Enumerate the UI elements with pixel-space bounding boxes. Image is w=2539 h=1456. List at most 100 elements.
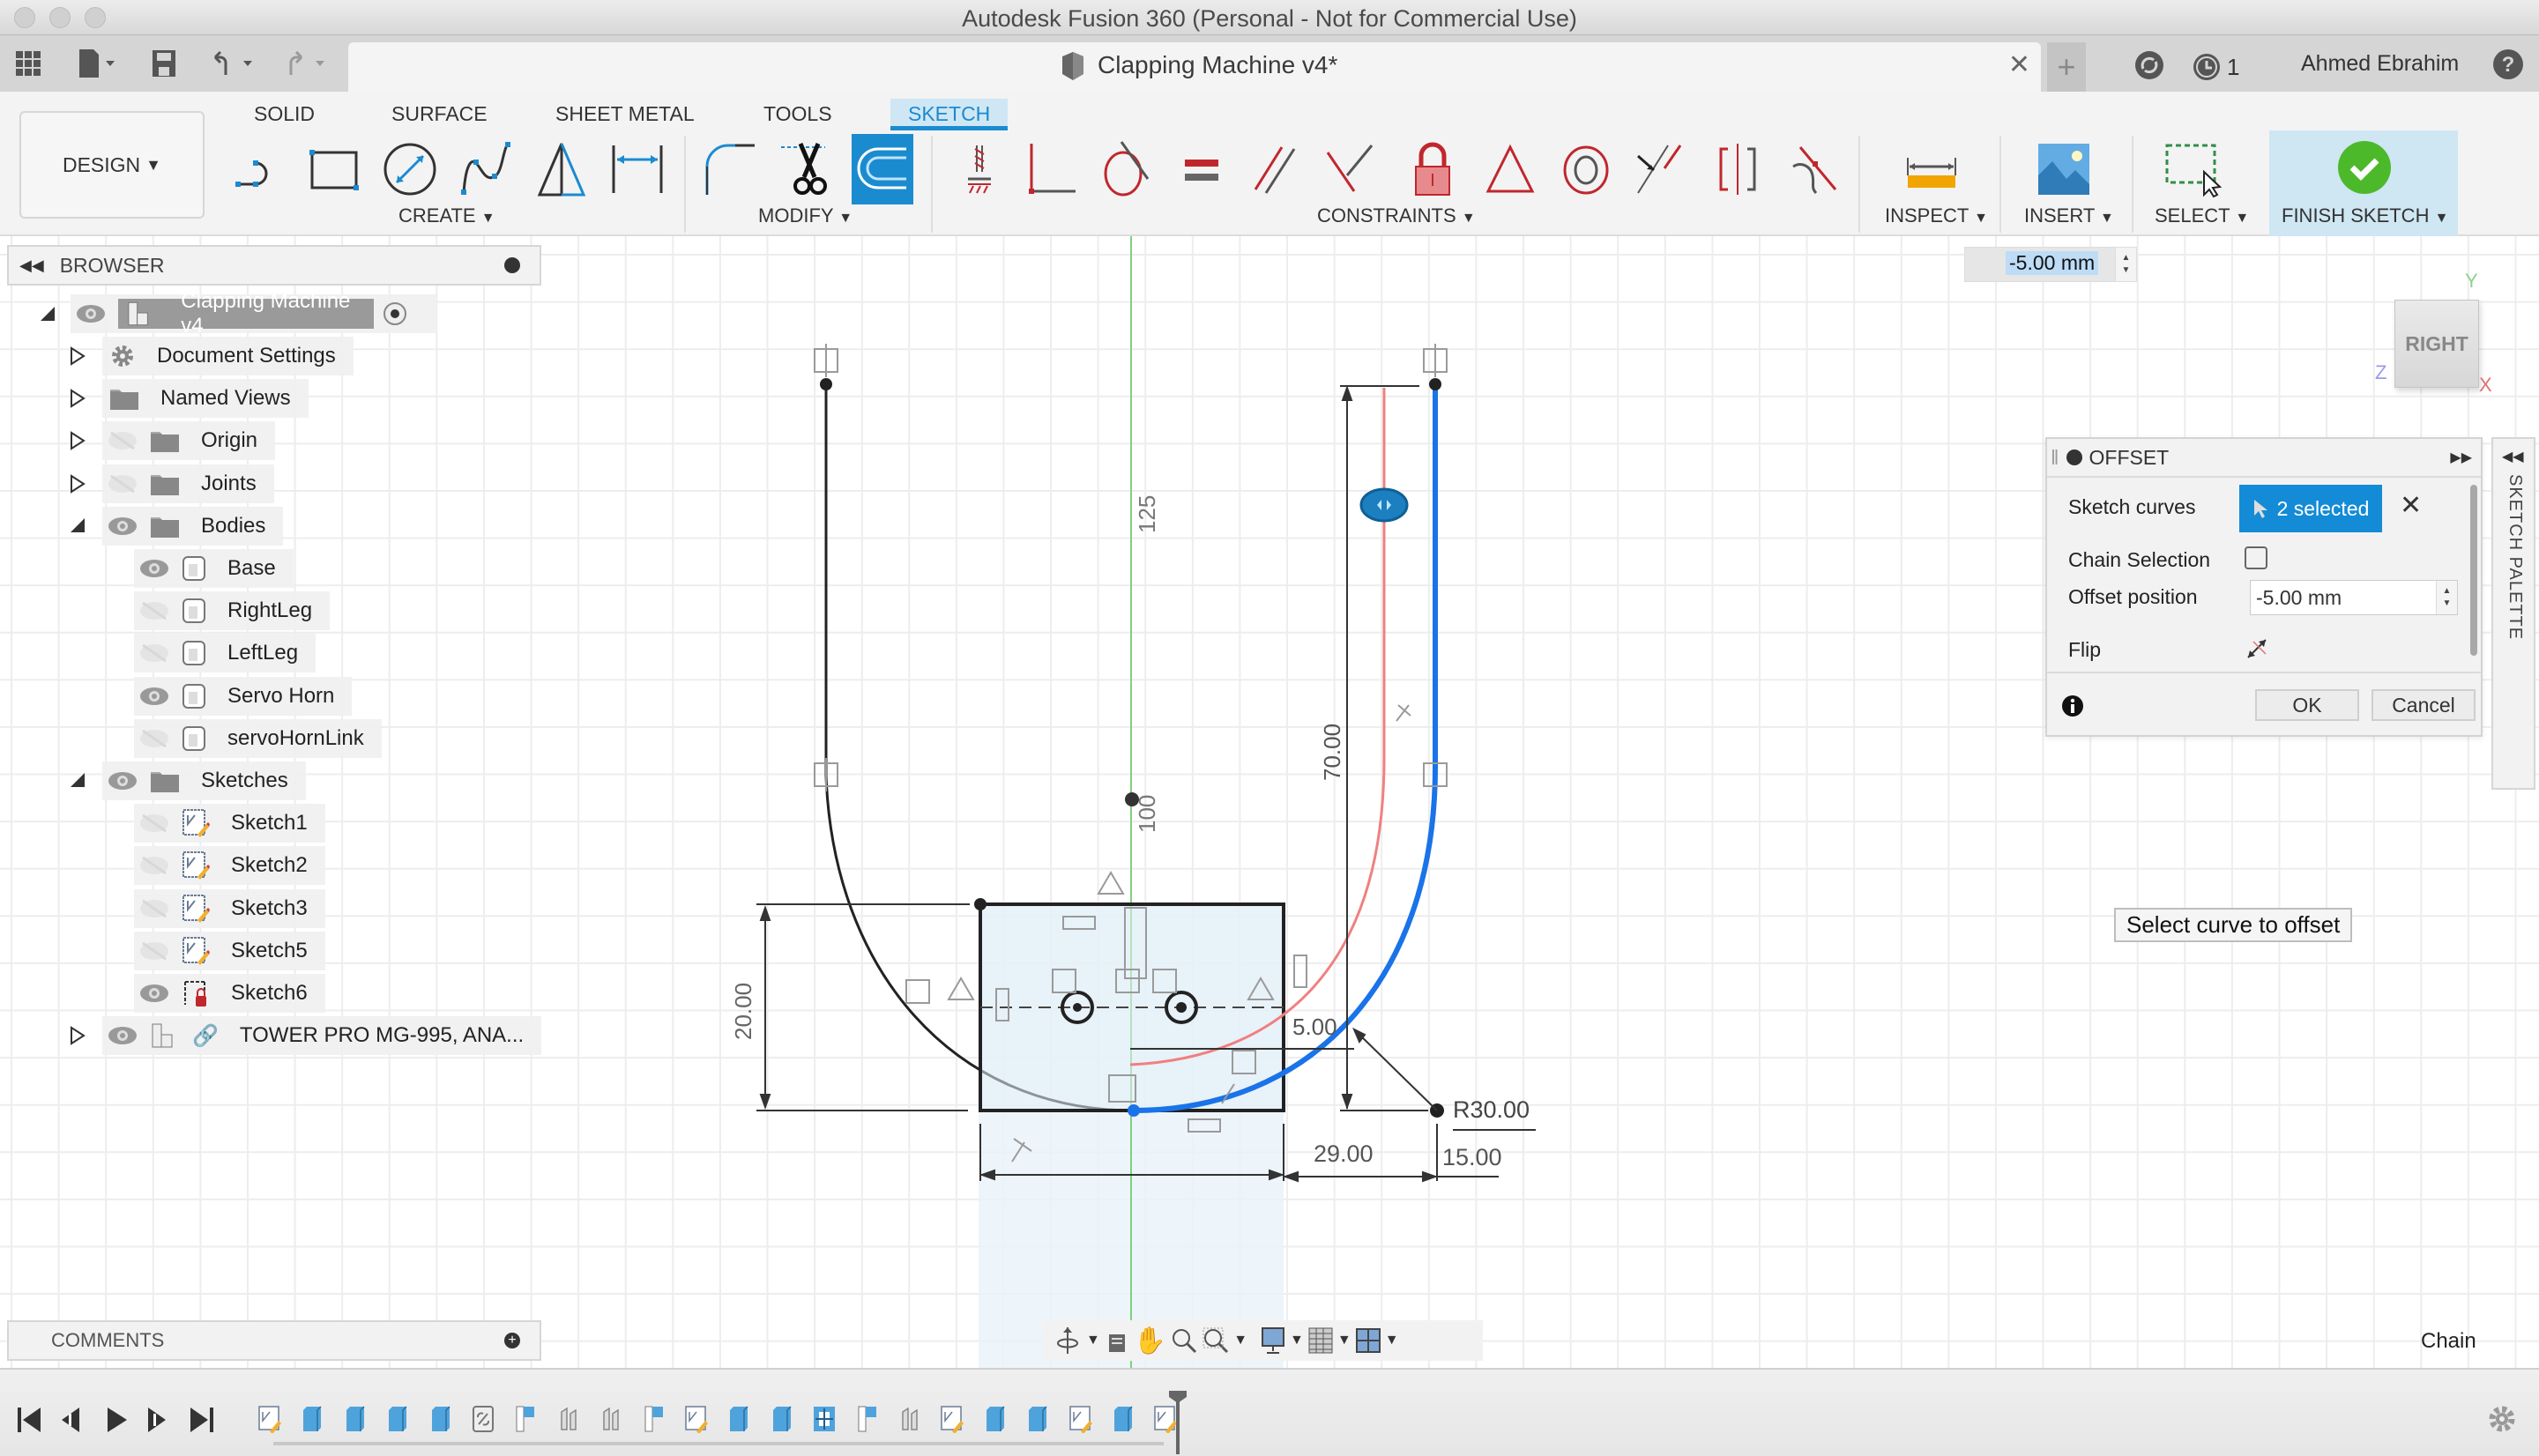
drag-handle[interactable]: ‖ — [2051, 446, 2059, 470]
chevron-down-icon[interactable]: ▼ — [1385, 1333, 1399, 1348]
browser-item-joints[interactable]: Joints — [102, 464, 274, 503]
timeline-settings-gear-icon[interactable] — [2486, 1403, 2518, 1435]
window-select-button[interactable] — [2162, 134, 2223, 204]
eye-icon[interactable] — [139, 687, 169, 706]
browser-item-sketches[interactable]: Sketches — [102, 761, 306, 800]
eye-hidden-icon[interactable] — [139, 899, 169, 918]
sketch-point[interactable] — [1429, 378, 1441, 390]
timeline-feature-extrude-icon[interactable] — [770, 1405, 794, 1433]
dimension-5[interactable]: 5.00 — [1292, 1014, 1337, 1041]
timeline-feature-sketch-icon[interactable] — [940, 1405, 964, 1434]
browser-item-base[interactable]: Base — [134, 549, 294, 588]
pan-icon[interactable]: ✋ — [1134, 1326, 1166, 1356]
tab-surface[interactable]: SURFACE — [374, 99, 505, 130]
concentric-constraint-button[interactable] — [1555, 134, 1617, 204]
parallel-constraint-button[interactable] — [1245, 134, 1307, 204]
minimize-panel-icon[interactable] — [504, 257, 520, 273]
measure-tool-button[interactable] — [1901, 134, 1962, 204]
tab-solid[interactable]: SOLID — [236, 99, 332, 130]
eye-icon[interactable] — [108, 1026, 138, 1045]
timeline-feature-pattern-icon[interactable] — [812, 1405, 837, 1433]
eye-hidden-icon[interactable] — [139, 601, 169, 620]
tab-sketch[interactable]: SKETCH — [890, 99, 1009, 130]
dimension-70[interactable]: 70.00 — [1319, 724, 1346, 781]
timeline-feature-joint-anim-icon[interactable] — [556, 1405, 581, 1433]
grid-settings-icon[interactable] — [1307, 1326, 1334, 1355]
timeline-feature-extrude-icon[interactable] — [385, 1405, 410, 1433]
tab-sheet-metal[interactable]: SHEET METAL — [538, 99, 712, 130]
inspect-menu[interactable]: INSPECT ▼ — [1885, 204, 1988, 227]
circle-tool-button[interactable] — [379, 134, 441, 204]
fillet-tool-button[interactable] — [700, 134, 762, 204]
timeline-feature-plane-icon[interactable] — [513, 1405, 538, 1433]
cancel-button[interactable]: Cancel — [2371, 689, 2476, 721]
file-menu-button[interactable] — [71, 48, 123, 79]
spline-tool-button[interactable] — [455, 134, 517, 204]
dimension-tool-button[interactable] — [607, 134, 668, 204]
timeline-feature-extrude-icon[interactable] — [1025, 1405, 1050, 1433]
browser-item-tower-pro-mg-995-ana[interactable]: 🔗 TOWER PRO MG-995, ANA... — [102, 1016, 542, 1056]
go-to-start-icon[interactable] — [18, 1408, 41, 1432]
offset-tool-button[interactable] — [852, 134, 913, 204]
dimension-29[interactable]: 29.00 — [1314, 1140, 1374, 1168]
collapse-triangle-icon[interactable] — [69, 516, 86, 536]
eye-hidden-icon[interactable] — [139, 856, 169, 875]
timeline-feature-extrude-icon[interactable] — [300, 1405, 324, 1433]
symmetry-constraint-button[interactable] — [1707, 134, 1768, 204]
eye-icon[interactable] — [139, 984, 169, 1003]
view-cube[interactable]: RIGHT — [2394, 300, 2479, 388]
offset-position-spinner[interactable]: ▲ ▼ — [2436, 581, 2457, 614]
modify-menu[interactable]: MODIFY ▼ — [758, 204, 853, 227]
expand-triangle-icon[interactable] — [69, 473, 86, 494]
dimension-15[interactable]: 15.00 — [1442, 1144, 1502, 1171]
timeline-marker-handle[interactable] — [1169, 1391, 1187, 1403]
browser-item-sketch5[interactable]: Sketch5 — [134, 931, 325, 970]
close-tab-icon[interactable]: ✕ — [2008, 49, 2030, 80]
dialog-header[interactable]: ‖ OFFSET ▶▶ — [2047, 439, 2481, 478]
offset-distance-value[interactable]: -5.00 mm — [2006, 251, 2099, 275]
sketch-point[interactable] — [974, 898, 987, 910]
collapse-browser-icon[interactable]: ◀◀ — [19, 256, 44, 275]
select-menu[interactable]: SELECT ▼ — [2155, 204, 2249, 227]
sketch-geometry[interactable] — [0, 236, 2539, 1368]
dimension-radius-30[interactable]: R30.00 — [1453, 1096, 1530, 1124]
redo-button[interactable] — [280, 48, 337, 79]
timeline-feature-extrude-icon[interactable] — [983, 1405, 1008, 1433]
browser-item-bodies[interactable]: Bodies — [102, 506, 284, 546]
look-at-icon[interactable] — [1104, 1327, 1130, 1354]
browser-item-servohornlink[interactable]: servoHornLink — [134, 718, 382, 758]
timeline-feature-plane-icon[interactable] — [855, 1405, 880, 1433]
timeline-feature-extrude-icon[interactable] — [428, 1405, 453, 1433]
chevron-down-icon[interactable]: ▼ — [1233, 1333, 1247, 1348]
offset-position-input[interactable]: -5.00 mm ▲ ▼ — [2250, 580, 2458, 615]
chain-selection-checkbox[interactable] — [2245, 546, 2267, 569]
browser-item-sketch3[interactable]: Sketch3 — [134, 888, 325, 928]
job-status-button[interactable]: 1 — [2192, 49, 2239, 85]
offset-distance-input[interactable]: -5.00 mm ▲ ▼ — [1964, 247, 2137, 282]
ok-button[interactable]: OK — [2255, 689, 2359, 721]
fix-constraint-button[interactable] — [949, 134, 1010, 204]
eye-hidden-icon[interactable] — [139, 643, 169, 663]
flip-icon[interactable] — [2245, 636, 2269, 661]
new-tab-button[interactable]: + — [2047, 42, 2086, 92]
distance-spinner[interactable]: ▲ ▼ — [2115, 248, 2136, 281]
eye-hidden-icon[interactable] — [108, 431, 138, 450]
constraints-menu[interactable]: CONSTRAINTS ▼ — [1317, 204, 1476, 227]
browser-item-sketch1[interactable]: Sketch1 — [134, 804, 325, 843]
sketch-point[interactable] — [820, 378, 832, 390]
collapse-triangle-icon[interactable] — [69, 771, 86, 791]
browser-item-leftleg[interactable]: LeftLeg — [134, 634, 316, 673]
viewports-icon[interactable] — [1355, 1327, 1381, 1354]
clear-selection-icon[interactable]: ✕ — [2400, 490, 2422, 521]
timeline-feature-extrude-icon[interactable] — [726, 1405, 751, 1433]
eye-hidden-icon[interactable] — [139, 813, 169, 833]
dialog-scrollbar[interactable] — [2470, 485, 2477, 656]
browser-root[interactable]: Clapping Machine v4 — [71, 289, 436, 338]
dimension-125[interactable]: 125 — [1134, 495, 1161, 533]
finish-sketch-button[interactable]: FINISH SKETCH ▼ — [2269, 130, 2458, 236]
eye-icon[interactable] — [76, 304, 106, 323]
browser-item-named-views[interactable]: Named Views — [102, 379, 309, 419]
finish-sketch-menu[interactable]: FINISH SKETCH ▼ — [2282, 204, 2448, 227]
activate-radio-icon[interactable] — [383, 301, 407, 326]
offset-manipulator-handle[interactable] — [1359, 487, 1409, 523]
